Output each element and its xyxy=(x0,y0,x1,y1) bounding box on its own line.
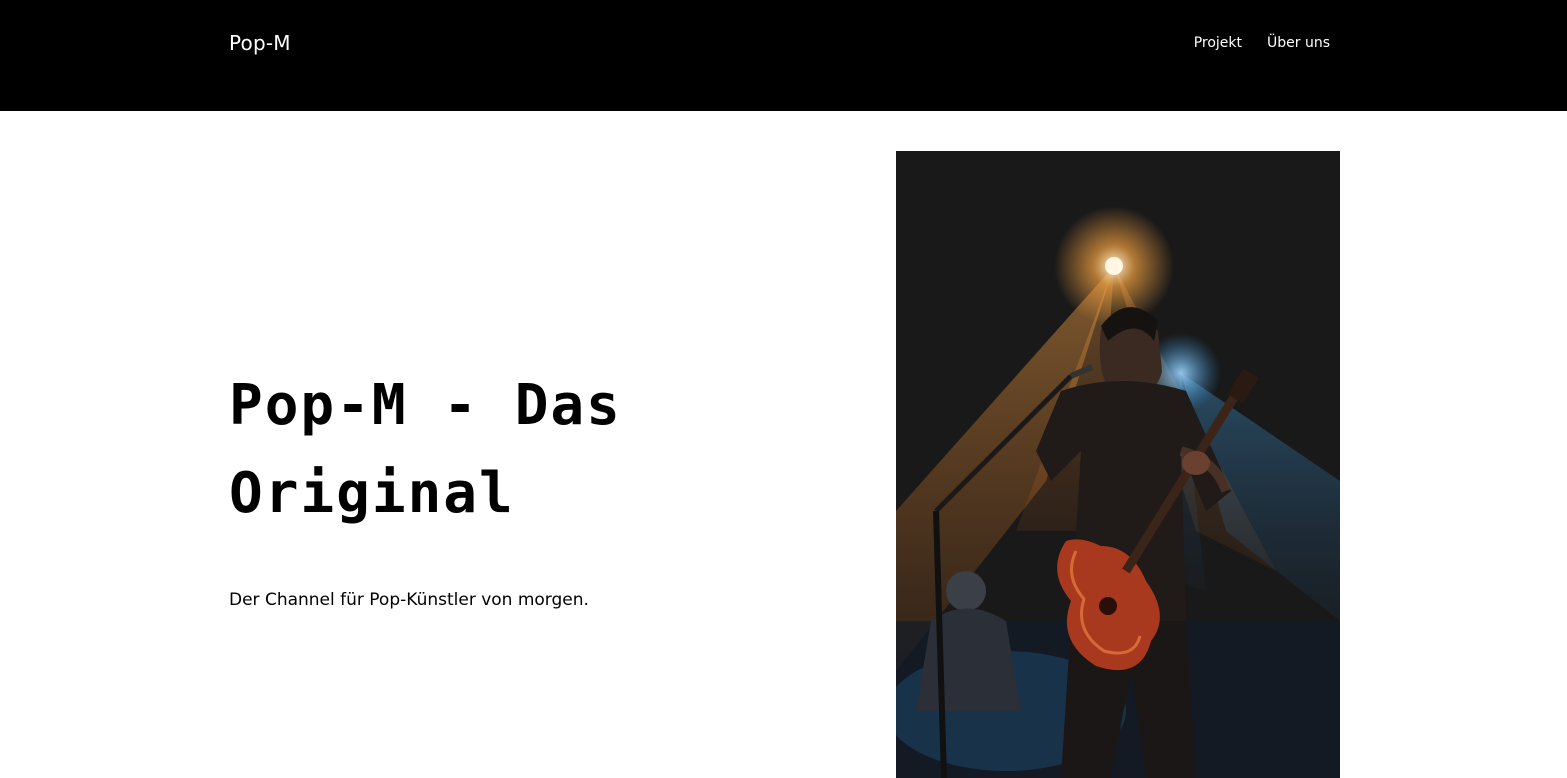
nav-link-ueber-uns[interactable]: Über uns xyxy=(1267,33,1330,53)
concert-illustration xyxy=(896,151,1340,778)
nav-link-projekt[interactable]: Projekt xyxy=(1194,33,1242,53)
main-nav: Projekt Über uns xyxy=(1194,33,1330,53)
hero-photo-guitarist xyxy=(896,151,1340,778)
site-header: Pop-M Projekt Über uns xyxy=(0,0,1567,111)
hero-title: Pop-M - Das Original xyxy=(229,373,622,526)
hero-subtitle: Der Channel für Pop-Künstler von morgen. xyxy=(229,590,589,610)
logo-link[interactable]: Pop-M xyxy=(229,30,291,56)
